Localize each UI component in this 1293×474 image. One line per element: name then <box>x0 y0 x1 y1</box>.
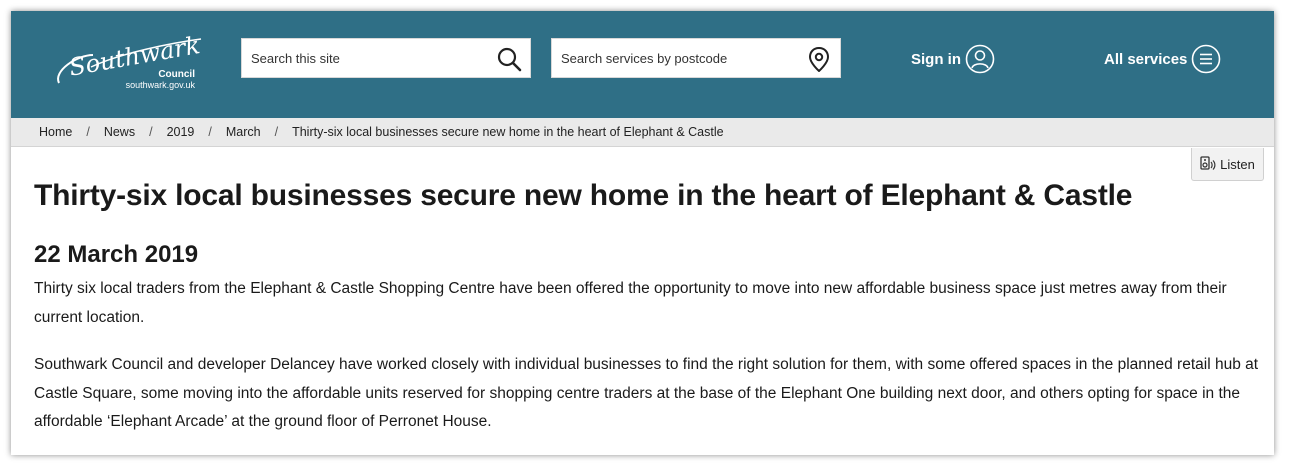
southwark-council-logo[interactable]: Southwark Council southwark.gov.uk <box>51 25 211 95</box>
site-search-input[interactable] <box>242 39 530 77</box>
article-paragraph: Southwark Council and developer Delancey… <box>34 356 1259 430</box>
user-icon <box>965 44 995 74</box>
logo-image: Southwark Council southwark.gov.uk <box>57 31 202 90</box>
logo-sub: Council <box>158 69 195 80</box>
breadcrumb-march[interactable]: March <box>226 125 261 139</box>
all-services-link[interactable]: All services <box>1104 44 1221 74</box>
listen-label: Listen <box>1220 156 1255 172</box>
search-icon[interactable] <box>496 46 522 72</box>
breadcrumb-home[interactable]: Home <box>39 125 72 139</box>
breadcrumb-separator: / <box>149 125 153 139</box>
breadcrumb-separator: / <box>208 125 212 139</box>
article-date: 22 March 2019 <box>34 241 199 268</box>
article-paragraph: Thirty six local traders from the Elepha… <box>34 280 1227 326</box>
logo-url: southwark.gov.uk <box>126 80 196 90</box>
site-search-box <box>241 38 531 78</box>
sign-in-link[interactable]: Sign in <box>911 44 995 74</box>
speaker-icon <box>1200 156 1216 170</box>
postcode-search-input[interactable] <box>552 39 840 77</box>
menu-icon <box>1192 44 1221 74</box>
breadcrumb-separator: / <box>86 125 90 139</box>
sign-in-label: Sign in <box>911 50 961 68</box>
location-pin-icon[interactable] <box>806 46 832 72</box>
breadcrumb: Home / News / 2019 / March / Thirty-six … <box>11 118 1274 147</box>
page-title: Thirty-six local businesses secure new h… <box>34 179 1133 212</box>
site-header: Southwark Council southwark.gov.uk Sign … <box>11 11 1274 118</box>
postcode-search-box <box>551 38 841 78</box>
browser-viewport: Southwark Council southwark.gov.uk Sign … <box>11 11 1274 455</box>
breadcrumb-news[interactable]: News <box>104 125 135 139</box>
breadcrumb-current: Thirty-six local businesses secure new h… <box>292 125 724 139</box>
breadcrumb-2019[interactable]: 2019 <box>167 125 195 139</box>
all-services-label: All services <box>1104 50 1188 68</box>
breadcrumb-separator: / <box>274 125 279 139</box>
article-content: Thirty-six local businesses secure new h… <box>34 176 1259 437</box>
